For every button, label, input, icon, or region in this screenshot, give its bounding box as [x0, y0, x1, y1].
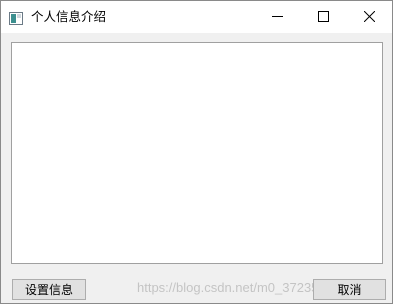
- close-button[interactable]: [346, 1, 392, 32]
- close-icon: [363, 7, 375, 26]
- main-window: 个人信息介绍 设置信息 https://blog.csdn.net/m0_372…: [0, 0, 393, 304]
- title-bar[interactable]: 个人信息介绍: [1, 1, 392, 33]
- cancel-button[interactable]: 取消: [313, 279, 386, 300]
- watermark-text: https://blog.csdn.net/m0_37235760: [137, 280, 341, 295]
- window-app-icon: [9, 10, 23, 25]
- maximize-icon: [317, 7, 329, 26]
- set-info-button[interactable]: 设置信息: [12, 279, 86, 300]
- minimize-button[interactable]: [254, 1, 300, 32]
- window-title: 个人信息介绍: [31, 9, 107, 24]
- maximize-button[interactable]: [300, 1, 346, 32]
- minimize-icon: [271, 7, 283, 26]
- info-text-area[interactable]: [11, 42, 383, 264]
